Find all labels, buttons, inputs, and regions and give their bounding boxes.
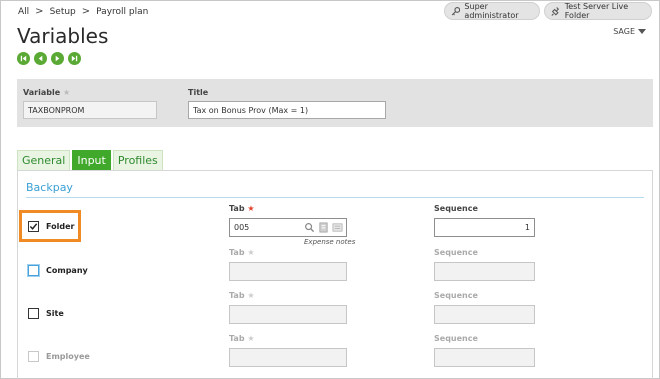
title-field[interactable]: Tax on Bonus Prov (Max = 1) bbox=[188, 101, 386, 119]
search-icon[interactable] bbox=[304, 222, 315, 233]
check-icon bbox=[29, 223, 38, 230]
tab-label-text: Tab bbox=[229, 291, 245, 300]
list-icon[interactable] bbox=[332, 222, 343, 233]
required-star-icon: ★ bbox=[247, 204, 255, 213]
star-icon: ★ bbox=[247, 334, 255, 343]
breadcrumb-setup[interactable]: Setup bbox=[50, 7, 76, 17]
plug-icon bbox=[551, 6, 560, 16]
sequence-field-folder[interactable]: 1 bbox=[434, 218, 535, 237]
breadcrumb-all[interactable]: All bbox=[18, 7, 29, 17]
sequence-field-site[interactable] bbox=[434, 305, 535, 324]
employee-checkbox[interactable] bbox=[28, 351, 39, 362]
tab-label-company: Tab ★ bbox=[229, 248, 255, 257]
title-label: Title bbox=[188, 88, 209, 97]
next-record-icon bbox=[55, 55, 60, 62]
variable-label-text: Variable bbox=[23, 88, 61, 97]
previous-record-button[interactable] bbox=[34, 52, 47, 65]
tab-label-employee: Tab ★ bbox=[229, 334, 255, 343]
section-title: Backpay bbox=[26, 181, 73, 194]
tab-general[interactable]: General bbox=[17, 150, 71, 170]
sequence-label-site: Sequence bbox=[434, 291, 478, 300]
record-navigation bbox=[17, 52, 81, 65]
company-selector-label: SAGE bbox=[613, 27, 635, 36]
tab-field-site[interactable] bbox=[229, 305, 347, 324]
site-checkbox-row[interactable]: Site bbox=[28, 308, 64, 319]
breadcrumb-separator: > bbox=[81, 6, 91, 17]
tab-field-value: 005 bbox=[234, 223, 250, 232]
chevron-down-icon bbox=[638, 29, 646, 34]
breadcrumb: All > Setup > Payroll plan bbox=[18, 6, 148, 17]
tab-label-site: Tab ★ bbox=[229, 291, 255, 300]
star-icon: ★ bbox=[247, 291, 255, 300]
employee-checkbox-label: Employee bbox=[46, 352, 90, 361]
last-record-button[interactable] bbox=[68, 52, 81, 65]
star-icon: ★ bbox=[62, 88, 71, 97]
tab-label-folder: Tab ★ bbox=[229, 204, 255, 213]
variable-field[interactable]: TAXBONPROM bbox=[23, 101, 157, 119]
first-record-button[interactable] bbox=[17, 52, 30, 65]
last-record-icon bbox=[71, 55, 78, 62]
breadcrumb-payroll-plan[interactable]: Payroll plan bbox=[96, 7, 148, 17]
tab-label-text: Tab bbox=[229, 248, 245, 257]
document-icon[interactable] bbox=[318, 222, 329, 233]
tab-field-folder[interactable]: 005 bbox=[229, 218, 347, 237]
sequence-label-folder: Sequence bbox=[434, 204, 478, 213]
sequence-label-employee: Sequence bbox=[434, 334, 478, 343]
previous-record-icon bbox=[38, 55, 43, 62]
folder-checkbox-label: Folder bbox=[46, 222, 75, 231]
section-divider bbox=[26, 197, 644, 198]
tab-hint: Expense notes bbox=[304, 238, 356, 246]
site-checkbox[interactable] bbox=[28, 308, 39, 319]
folder-button[interactable]: Test Server Live Folder bbox=[544, 2, 652, 20]
tab-label-text: Tab bbox=[229, 204, 245, 213]
folder-button-label: Test Server Live Folder bbox=[564, 2, 629, 20]
company-checkbox[interactable] bbox=[28, 265, 39, 276]
first-record-icon bbox=[20, 55, 27, 62]
folder-checkbox[interactable] bbox=[28, 221, 39, 232]
sequence-field-employee[interactable] bbox=[434, 348, 535, 367]
field-actions bbox=[304, 222, 343, 233]
sequence-label-company: Sequence bbox=[434, 248, 478, 257]
breadcrumb-separator: > bbox=[35, 6, 44, 17]
site-checkbox-label: Site bbox=[46, 309, 64, 318]
tab-field-employee[interactable] bbox=[229, 348, 347, 367]
employee-checkbox-row[interactable]: Employee bbox=[28, 351, 90, 362]
folder-checkbox-row[interactable]: Folder bbox=[28, 221, 74, 232]
user-button[interactable]: Super administrator bbox=[444, 2, 540, 20]
variable-label: Variable ★ bbox=[23, 88, 70, 97]
company-selector[interactable]: SAGE bbox=[613, 27, 646, 36]
key-icon bbox=[451, 6, 461, 15]
next-record-button[interactable] bbox=[51, 52, 64, 65]
user-button-label: Super administrator bbox=[464, 2, 519, 20]
tab-profiles[interactable]: Profiles bbox=[112, 150, 163, 170]
tab-input[interactable]: Input bbox=[72, 150, 111, 170]
tab-bar: General Input Profiles bbox=[17, 150, 163, 170]
company-checkbox-label: Company bbox=[46, 266, 88, 275]
sequence-field-company[interactable] bbox=[434, 262, 535, 281]
tab-label-text: Tab bbox=[229, 334, 245, 343]
page-title: Variables bbox=[17, 24, 109, 48]
company-checkbox-row[interactable]: Company bbox=[28, 265, 88, 276]
tab-field-company[interactable] bbox=[229, 262, 347, 281]
star-icon: ★ bbox=[247, 248, 255, 257]
